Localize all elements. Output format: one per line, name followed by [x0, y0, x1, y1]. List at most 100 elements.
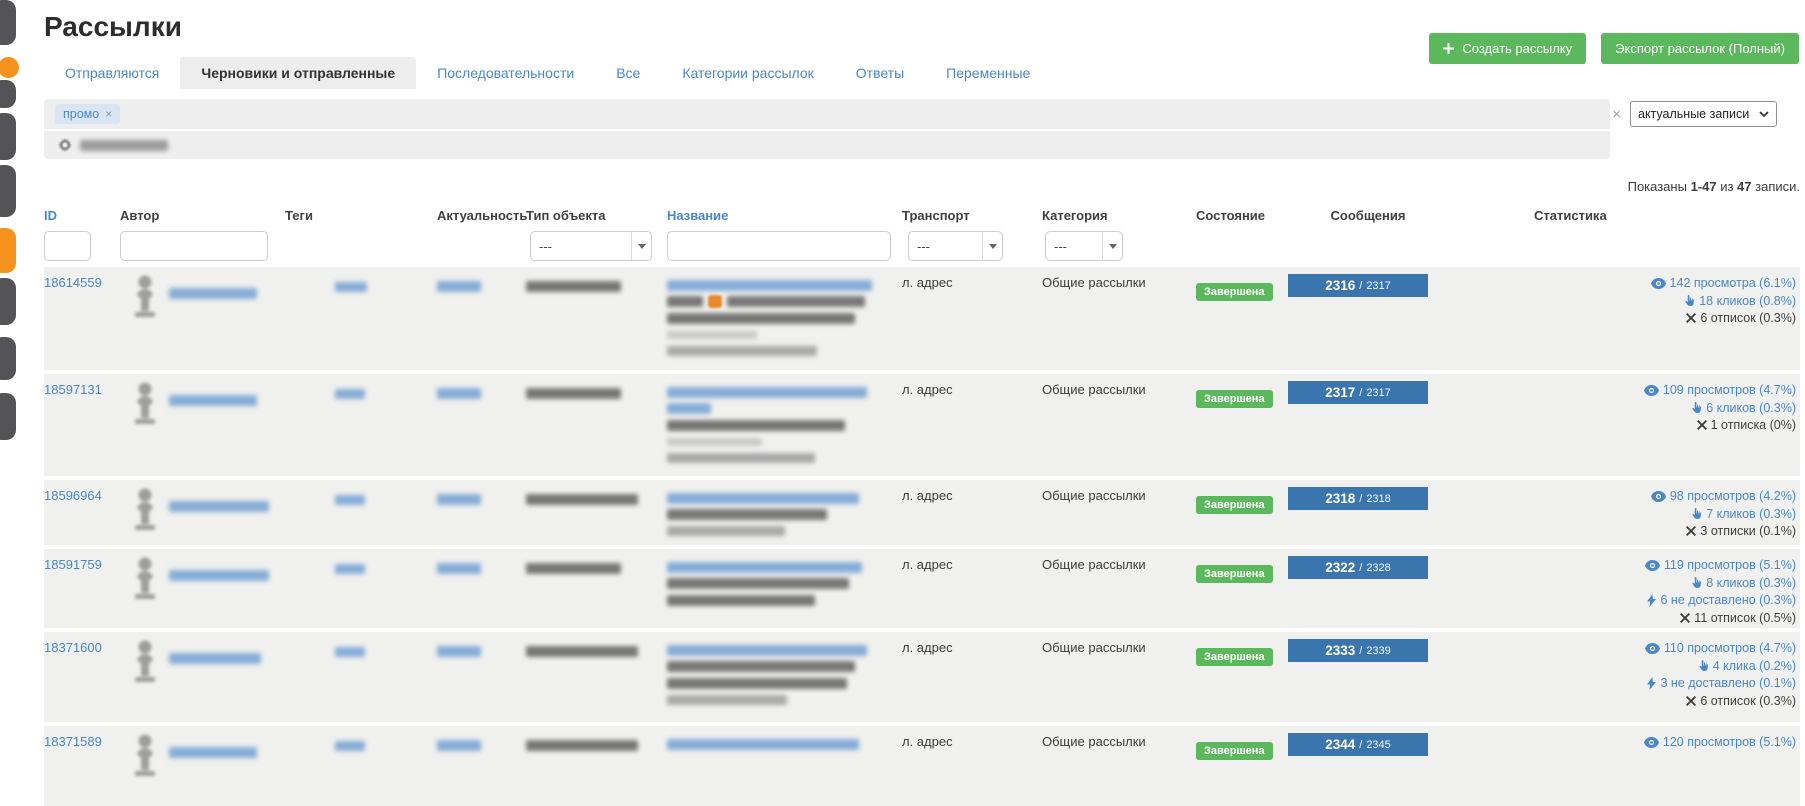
mailing-snippet-redacted — [667, 595, 815, 606]
filter-tag-promo[interactable]: промо × — [55, 104, 120, 124]
category-value: Общие рассылки — [1042, 734, 1146, 749]
tag-link-redacted[interactable] — [335, 564, 365, 574]
table-row: 18596964 л. адрес Общие рассылки Заверше… — [44, 480, 1800, 545]
edge-toolbar-item[interactable] — [0, 393, 16, 440]
author-avatar[interactable] — [130, 275, 160, 321]
id-filter-input[interactable] — [44, 231, 91, 261]
stat-line: 6 отписок (0.3%) — [1686, 310, 1796, 326]
edge-toolbar-item[interactable] — [0, 113, 16, 160]
gear-icon — [58, 138, 72, 152]
actuality-link-redacted[interactable] — [437, 563, 481, 574]
author-avatar[interactable] — [130, 734, 160, 780]
transport-value: л. адрес — [902, 488, 953, 503]
stat-line: 98 просмотров (4.2%) — [1651, 488, 1796, 504]
mailing-snippet-redacted — [727, 296, 865, 307]
stat-line: 119 просмотров (5.1%) — [1645, 557, 1796, 573]
mailing-snippet-redacted — [667, 438, 762, 446]
actuality-link-redacted[interactable] — [437, 388, 481, 399]
column-header-id[interactable]: ID — [44, 204, 120, 223]
name-filter-input[interactable] — [667, 231, 891, 261]
mailing-title-link-redacted[interactable] — [667, 280, 872, 291]
actuality-link-redacted[interactable] — [437, 646, 481, 657]
stat-line: 6 не доставлено (0.3%) — [1647, 592, 1796, 608]
remove-tag-icon[interactable]: × — [105, 107, 112, 121]
edge-toolbar-item[interactable] — [0, 80, 16, 108]
author-link-redacted[interactable] — [169, 653, 261, 664]
actuality-link-redacted[interactable] — [437, 740, 481, 751]
author-avatar[interactable] — [130, 488, 160, 534]
author-link-redacted[interactable] — [169, 288, 257, 299]
tag-link-redacted[interactable] — [335, 495, 365, 505]
stat-line: 6 отписок (0.3%) — [1686, 693, 1796, 709]
chevron-down-icon — [1759, 111, 1769, 118]
author-link-redacted[interactable] — [169, 501, 269, 512]
mailing-title-link-redacted[interactable] — [667, 493, 859, 504]
object-type-filter-select[interactable]: --- — [530, 231, 652, 261]
actuality-link-redacted[interactable] — [437, 281, 481, 292]
export-mailings-button[interactable]: Экспорт рассылок (Полный) — [1601, 33, 1799, 64]
mailing-id-link[interactable]: 18591759 — [44, 557, 102, 572]
main-container: Рассылки Создать рассылку Экспорт рассыл… — [0, 10, 1805, 806]
tab-all[interactable]: Все — [595, 57, 661, 89]
tab-sequences[interactable]: Последовательности — [416, 57, 595, 89]
mailing-title-link-redacted[interactable] — [667, 562, 862, 573]
secondary-filter-bar[interactable] — [44, 131, 1610, 159]
column-header-name[interactable]: Название — [667, 204, 902, 223]
mailing-title-link-redacted[interactable] — [667, 387, 867, 398]
category-filter-select[interactable]: --- — [1045, 231, 1123, 261]
author-link-redacted[interactable] — [169, 570, 269, 581]
author-avatar[interactable] — [130, 557, 160, 603]
messages-progress-bar: 2318/2318 — [1288, 487, 1428, 510]
mailing-snippet-redacted — [667, 296, 703, 307]
tab-variables[interactable]: Переменные — [925, 57, 1051, 89]
object-type-redacted — [526, 281, 621, 292]
tag-link-redacted[interactable] — [335, 647, 365, 657]
tag-filter-bar[interactable]: промо × — [44, 99, 1610, 129]
tag-link-redacted[interactable] — [335, 282, 367, 292]
author-filter-input[interactable] — [120, 231, 268, 261]
tab-replies[interactable]: Ответы — [835, 57, 925, 89]
table-row: 18591759 л. адрес Общие рассылки Заверше… — [44, 549, 1800, 628]
stats-cell: 98 просмотров (4.2%)7 кликов (0.3%)3 отп… — [1448, 480, 1800, 545]
edge-toolbar-item[interactable] — [0, 0, 16, 45]
stat-line: 3 не доставлено (0.1%) — [1647, 675, 1796, 691]
author-avatar[interactable] — [130, 640, 160, 686]
edge-toolbar-item[interactable] — [0, 337, 16, 380]
transport-filter-select[interactable]: --- — [908, 231, 1003, 261]
mailing-id-link[interactable]: 18614559 — [44, 275, 102, 290]
author-avatar[interactable] — [130, 382, 160, 428]
mailing-title-link-redacted[interactable] — [667, 739, 859, 750]
mailing-snippet-redacted — [667, 678, 847, 689]
records-scope-select[interactable]: актуальные записи — [1630, 101, 1777, 127]
tag-link-redacted[interactable] — [335, 389, 365, 399]
messages-progress-bar: 2344/2345 — [1288, 733, 1428, 756]
stat-line: 3 отписки (0.1%) — [1686, 523, 1796, 539]
unsubscribe-icon — [1686, 696, 1696, 706]
unsubscribe-icon — [1697, 420, 1707, 430]
category-value: Общие рассылки — [1042, 640, 1146, 655]
actuality-link-redacted[interactable] — [437, 494, 481, 505]
mailing-id-link[interactable]: 18596964 — [44, 488, 102, 503]
mailing-id-link[interactable]: 18371589 — [44, 734, 102, 749]
tab-sending[interactable]: Отправляются — [44, 57, 180, 89]
author-cell — [120, 726, 285, 806]
tab-drafts-and-sent[interactable]: Черновики и отправленные — [180, 57, 416, 89]
create-mailing-button[interactable]: Создать рассылку — [1429, 33, 1586, 64]
clear-filter-icon[interactable]: × — [1612, 106, 1621, 123]
eye-icon — [1651, 491, 1666, 502]
messages-total: 2317 — [1366, 280, 1390, 292]
tab-mailing-categories[interactable]: Категории рассылок — [661, 57, 834, 89]
tag-link-redacted[interactable] — [335, 741, 365, 751]
mailing-snippet-redacted — [667, 420, 845, 431]
edge-toolbar-item-orange[interactable] — [0, 228, 16, 273]
author-link-redacted[interactable] — [169, 747, 257, 758]
mailing-id-link[interactable]: 18371600 — [44, 640, 102, 655]
mailing-id-link[interactable]: 18597131 — [44, 382, 102, 397]
edge-toolbar-item[interactable] — [0, 278, 16, 325]
author-link-redacted[interactable] — [169, 395, 257, 406]
mailing-title-link-redacted[interactable] — [667, 645, 867, 656]
messages-total: 2318 — [1366, 493, 1390, 505]
edge-toolbar-item[interactable] — [0, 165, 16, 217]
stat-line: 6 кликов (0.3%) — [1691, 400, 1796, 416]
filter-side-controls: × актуальные записи — [1612, 101, 1777, 127]
